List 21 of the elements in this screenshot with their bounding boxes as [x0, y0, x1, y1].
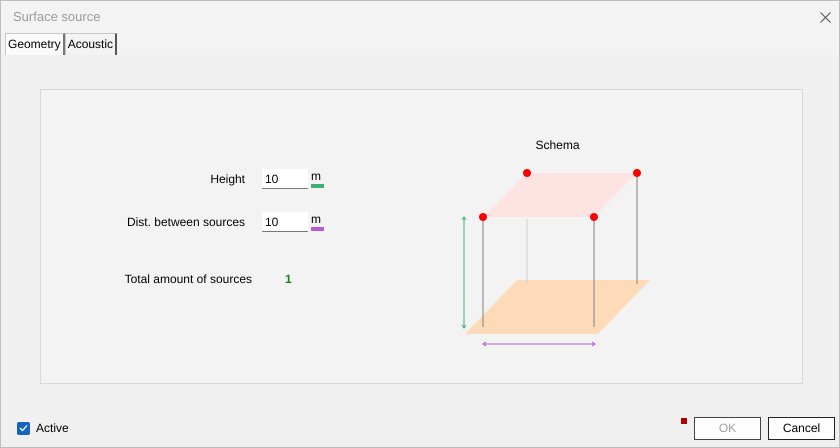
checkbox-label: Active	[36, 420, 69, 437]
source-point	[523, 169, 531, 177]
total-label: Total amount of sources	[124, 271, 252, 288]
source-point	[633, 169, 641, 177]
total-value: 1	[285, 271, 292, 288]
status-indicator-icon	[681, 418, 687, 424]
field-label: Dist. between sources	[126, 214, 245, 231]
source-point	[590, 213, 598, 221]
text-field[interactable]: 10	[262, 212, 308, 232]
cancel-button[interactable]: Cancel	[768, 416, 835, 440]
schema-title: Schema	[535, 137, 580, 154]
tab[interactable]: Acoustic	[64, 33, 118, 55]
field-label: Height	[209, 171, 245, 188]
close-icon[interactable]	[820, 12, 831, 22]
unit-label: m	[311, 212, 322, 226]
window-title: Surface source	[13, 8, 100, 26]
tab[interactable]: Geometry	[5, 33, 65, 55]
unit-label: m	[311, 169, 322, 183]
source-point	[479, 213, 487, 221]
checkbox[interactable]	[17, 422, 30, 434]
text-field[interactable]: 10	[262, 169, 308, 189]
